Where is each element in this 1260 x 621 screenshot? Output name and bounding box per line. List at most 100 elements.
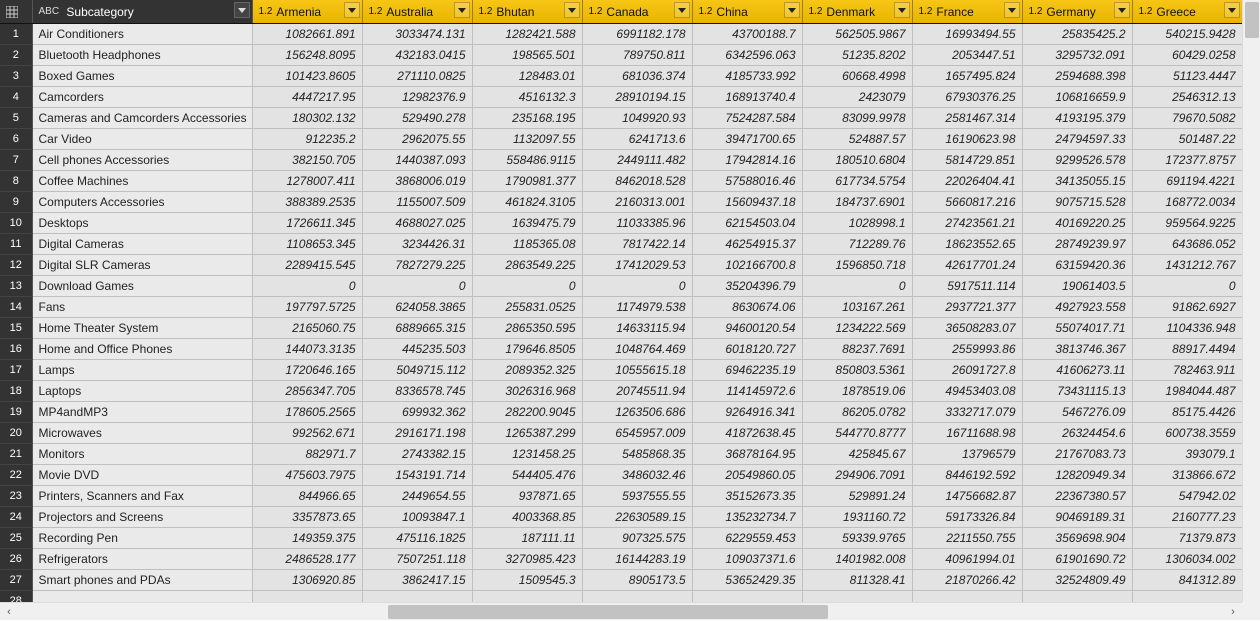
subcategory-cell[interactable]: Microwaves [32, 422, 252, 443]
value-cell[interactable]: 128483.01 [472, 65, 582, 86]
value-cell[interactable]: 7524287.584 [692, 107, 802, 128]
table-row[interactable]: 2Bluetooth Headphones156248.8095432183.0… [0, 44, 1242, 65]
value-cell[interactable]: 2160313.001 [582, 191, 692, 212]
value-cell[interactable]: 992562.671 [252, 422, 362, 443]
table-row[interactable]: 25Recording Pen149359.375475116.18251871… [0, 527, 1242, 548]
value-cell[interactable]: 475116.1825 [362, 527, 472, 548]
row-number[interactable]: 28 [0, 590, 32, 602]
value-cell[interactable]: 79670.5082 [1132, 107, 1242, 128]
value-cell[interactable]: 168772.0034 [1132, 191, 1242, 212]
value-cell[interactable]: 1278007.411 [252, 170, 362, 191]
column-header-armenia[interactable]: 1.2Armenia [252, 0, 362, 23]
value-cell[interactable]: 1263506.686 [582, 401, 692, 422]
value-cell[interactable]: 8336578.745 [362, 380, 472, 401]
value-cell[interactable]: 3270985.423 [472, 548, 582, 569]
row-number[interactable]: 15 [0, 317, 32, 338]
value-cell[interactable] [912, 590, 1022, 602]
value-cell[interactable]: 1720646.165 [252, 359, 362, 380]
value-cell[interactable]: 25835425.2 [1022, 23, 1132, 44]
value-cell[interactable]: 8905173.5 [582, 569, 692, 590]
value-cell[interactable]: 547942.02 [1132, 485, 1242, 506]
value-cell[interactable]: 41606273.11 [1022, 359, 1132, 380]
value-cell[interactable]: 388389.2535 [252, 191, 362, 212]
value-cell[interactable]: 149359.375 [252, 527, 362, 548]
value-cell[interactable]: 432183.0415 [362, 44, 472, 65]
value-cell[interactable]: 282200.9045 [472, 401, 582, 422]
value-cell[interactable] [252, 590, 362, 602]
subcategory-cell[interactable]: Cell phones Accessories [32, 149, 252, 170]
value-cell[interactable]: 135232734.7 [692, 506, 802, 527]
value-cell[interactable] [1132, 590, 1242, 602]
value-cell[interactable]: 15609437.18 [692, 191, 802, 212]
subcategory-cell[interactable]: Home Theater System [32, 317, 252, 338]
value-cell[interactable]: 59339.9765 [802, 527, 912, 548]
value-cell[interactable] [362, 590, 472, 602]
row-number[interactable]: 14 [0, 296, 32, 317]
value-cell[interactable]: 59173326.84 [912, 506, 1022, 527]
value-cell[interactable]: 197797.5725 [252, 296, 362, 317]
value-cell[interactable]: 2743382.15 [362, 443, 472, 464]
value-cell[interactable]: 529891.24 [802, 485, 912, 506]
value-cell[interactable]: 5485868.35 [582, 443, 692, 464]
value-cell[interactable]: 4927923.558 [1022, 296, 1132, 317]
value-cell[interactable]: 3295732.091 [1022, 44, 1132, 65]
value-cell[interactable]: 178605.2565 [252, 401, 362, 422]
value-cell[interactable]: 109037371.6 [692, 548, 802, 569]
subcategory-cell[interactable]: Home and Office Phones [32, 338, 252, 359]
value-cell[interactable]: 6991182.178 [582, 23, 692, 44]
table-row[interactable]: 6Car Video912235.22962075.551132097.5562… [0, 128, 1242, 149]
value-cell[interactable]: 60668.4998 [802, 65, 912, 86]
value-cell[interactable]: 67930376.25 [912, 86, 1022, 107]
value-cell[interactable]: 2165060.75 [252, 317, 362, 338]
value-cell[interactable]: 172377.8757 [1132, 149, 1242, 170]
value-cell[interactable]: 782463.911 [1132, 359, 1242, 380]
value-cell[interactable]: 3026316.968 [472, 380, 582, 401]
value-cell[interactable] [472, 590, 582, 602]
value-cell[interactable] [582, 590, 692, 602]
value-cell[interactable]: 1108653.345 [252, 233, 362, 254]
value-cell[interactable]: 2089352.325 [472, 359, 582, 380]
value-cell[interactable]: 1155007.509 [362, 191, 472, 212]
value-cell[interactable]: 184737.6901 [802, 191, 912, 212]
value-cell[interactable]: 1726611.345 [252, 212, 362, 233]
value-cell[interactable]: 42617701.24 [912, 254, 1022, 275]
value-cell[interactable]: 20549860.05 [692, 464, 802, 485]
value-cell[interactable]: 1401982.008 [802, 548, 912, 569]
value-cell[interactable]: 0 [1132, 275, 1242, 296]
value-cell[interactable]: 10555615.18 [582, 359, 692, 380]
value-cell[interactable]: 9075715.528 [1022, 191, 1132, 212]
row-number[interactable]: 5 [0, 107, 32, 128]
value-cell[interactable]: 8462018.528 [582, 170, 692, 191]
value-cell[interactable]: 1878519.06 [802, 380, 912, 401]
value-cell[interactable]: 26324454.6 [1022, 422, 1132, 443]
value-cell[interactable]: 73431115.13 [1022, 380, 1132, 401]
value-cell[interactable]: 2962075.55 [362, 128, 472, 149]
value-cell[interactable]: 0 [802, 275, 912, 296]
filter-dropdown-icon[interactable] [1114, 2, 1130, 18]
value-cell[interactable]: 501487.22 [1132, 128, 1242, 149]
value-cell[interactable]: 235168.195 [472, 107, 582, 128]
table-row[interactable]: 18Laptops2856347.7058336578.7453026316.9… [0, 380, 1242, 401]
value-cell[interactable]: 8630674.06 [692, 296, 802, 317]
value-cell[interactable]: 617734.5754 [802, 170, 912, 191]
value-cell[interactable]: 40169220.25 [1022, 212, 1132, 233]
subcategory-cell[interactable]: Computers Accessories [32, 191, 252, 212]
row-number[interactable]: 22 [0, 464, 32, 485]
horizontal-scrollbar[interactable]: ‹ › [0, 602, 1242, 620]
row-number[interactable]: 27 [0, 569, 32, 590]
value-cell[interactable]: 5467276.09 [1022, 401, 1132, 422]
column-header-canada[interactable]: 1.2Canada [582, 0, 692, 23]
value-cell[interactable]: 643686.052 [1132, 233, 1242, 254]
value-cell[interactable]: 1265387.299 [472, 422, 582, 443]
value-cell[interactable]: 2546312.13 [1132, 86, 1242, 107]
filter-dropdown-icon[interactable] [674, 2, 690, 18]
column-header-france[interactable]: 1.2France [912, 0, 1022, 23]
scroll-left-arrow[interactable]: ‹ [0, 603, 18, 621]
subcategory-cell[interactable]: Refrigerators [32, 548, 252, 569]
value-cell[interactable]: 529490.278 [362, 107, 472, 128]
value-cell[interactable]: 3486032.46 [582, 464, 692, 485]
value-cell[interactable]: 445235.503 [362, 338, 472, 359]
subcategory-cell[interactable]: Camcorders [32, 86, 252, 107]
value-cell[interactable]: 36878164.95 [692, 443, 802, 464]
value-cell[interactable]: 12820949.34 [1022, 464, 1132, 485]
